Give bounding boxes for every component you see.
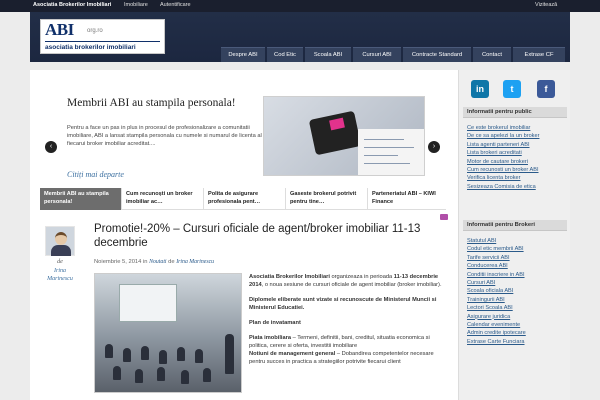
broker-link[interactable]: Calendar evenimente xyxy=(467,321,567,329)
page-content: ‹ › Membrii ABI au stampila personala! P… xyxy=(30,70,570,400)
public-link[interactable]: Cum recunosti un broker ABI xyxy=(467,166,567,174)
slider-tab-2[interactable]: Cum recunoști un broker imobiliar ac… xyxy=(122,188,204,210)
nav-cod-etic[interactable]: Cod Etic xyxy=(267,47,303,62)
slider-tab-1[interactable]: Membrii ABI au stampila personala! xyxy=(40,188,122,210)
broker-link[interactable]: Tarife servicii ABI xyxy=(467,254,567,262)
public-link[interactable]: Motor de cautare brokeri xyxy=(467,158,567,166)
post-paragraph-2: Diplomele eliberate sunt vizate si recun… xyxy=(249,297,437,311)
post-paragraph-1: Asociatia Brokerilor Imobiliari organize… xyxy=(249,274,442,288)
public-info-list: Ce este brokerul imobiliar De ce sa apel… xyxy=(467,124,567,191)
broker-info-list: Statutul ABI Codul etic membrii ABI Tari… xyxy=(467,237,567,346)
author-by-label: de xyxy=(57,259,63,265)
public-link[interactable]: Sesizeaza Comisia de etica xyxy=(467,183,567,191)
public-link[interactable]: Lista brokeri acreditati xyxy=(467,149,567,157)
public-link[interactable]: Verifica licenta broker xyxy=(467,174,567,182)
broker-link[interactable]: Cursuri ABI xyxy=(467,279,567,287)
public-link[interactable]: Lista agenti parteneri ABI xyxy=(467,141,567,149)
slider-next-button[interactable]: › xyxy=(428,141,440,153)
projector-screen-shape xyxy=(119,284,177,322)
post-paragraph-3: Plan de invatamant xyxy=(249,320,301,326)
broker-link[interactable]: Conducerea ABI xyxy=(467,262,567,270)
slider-title[interactable]: Membrii ABI au stampila personala! xyxy=(67,96,277,110)
slider-tabs: Membrii ABI au stampila personala! Cum r… xyxy=(40,188,446,210)
slider-image[interactable] xyxy=(263,96,425,176)
logo-tagline: asociatia brokerilor imobiliari xyxy=(45,44,136,51)
broker-info-title: Informatii pentru Brokeri xyxy=(463,220,567,231)
post-author-link[interactable]: Irina Marinescu xyxy=(176,259,214,265)
broker-link[interactable]: Conditii inscriere in ABI xyxy=(467,271,567,279)
slider-read-more-link[interactable]: Citiți mai departe xyxy=(67,170,124,179)
post-category-link[interactable]: Noutati xyxy=(149,259,166,265)
broker-link[interactable]: Statutul ABI xyxy=(467,237,567,245)
post-image[interactable] xyxy=(94,273,242,393)
nav-despre-abi[interactable]: Despre ABI xyxy=(221,47,265,62)
linkedin-icon[interactable]: in xyxy=(471,80,489,98)
post-body: Asociatia Brokerilor Imobiliari organize… xyxy=(249,273,449,366)
topbar-link-imobiliare[interactable]: Imobiliare xyxy=(124,2,148,8)
nav-scoala-abi[interactable]: Scoala ABI xyxy=(305,47,351,62)
site-header: ABI org.ro asociatia brokerilor imobilia… xyxy=(30,12,570,62)
post-date: Noiembrie 5, 2014 xyxy=(94,259,142,265)
logo-underline xyxy=(45,41,160,42)
slider-prev-button[interactable]: ‹ xyxy=(45,141,57,153)
top-bar: Asociatia Brokerilor Imobiliari Imobilia… xyxy=(0,0,600,12)
slider-tab-5[interactable]: Parteneriatul ABI – KIWI Finance xyxy=(368,188,446,210)
public-link[interactable]: De ce sa apelezi la un broker xyxy=(467,132,567,140)
site-name-link[interactable]: Asociatia Brokerilor Imobiliari xyxy=(33,2,111,8)
nav-contact[interactable]: Contact xyxy=(473,47,511,62)
nav-contracte-standard[interactable]: Contracte Standard xyxy=(403,47,471,62)
author-avatar[interactable] xyxy=(45,226,75,256)
post-in-label: in xyxy=(143,259,148,265)
public-info-title: Informatii pentru public xyxy=(463,107,567,118)
broker-link[interactable]: Lectori Scoala ABI xyxy=(467,304,567,312)
post-by-label: de xyxy=(168,259,175,265)
broker-link[interactable]: Asigurare juridica xyxy=(467,313,567,321)
topbar-link-autentificare[interactable]: Autentificare xyxy=(160,2,191,8)
post-title[interactable]: Promotie!-20% – Cursuri oficiale de agen… xyxy=(94,222,448,250)
post-paragraph-5: Notiuni de management general – Dobandir… xyxy=(249,351,434,365)
broker-link[interactable]: Trainingurii ABI xyxy=(467,296,567,304)
nav-extrase-cf[interactable]: Extrase CF xyxy=(513,47,565,62)
post-meta: Noiembrie 5, 2014 in Noutati de Irina Ma… xyxy=(94,259,214,265)
rss-icon[interactable] xyxy=(440,214,448,220)
stamp-image-shape xyxy=(308,110,362,156)
broker-link[interactable]: Extrase Carte Funciara xyxy=(467,338,567,346)
broker-link[interactable]: Codul etic membrii ABI xyxy=(467,245,567,253)
post-paragraph-4: Piata imobiliara – Termeni, definitii, b… xyxy=(249,335,430,349)
slider-tab-3[interactable]: Polita de asigurare profesionala pent… xyxy=(204,188,286,210)
site-logo[interactable]: ABI org.ro asociatia brokerilor imobilia… xyxy=(40,19,165,54)
twitter-icon[interactable]: t xyxy=(503,80,521,98)
public-link[interactable]: Ce este brokerul imobiliar xyxy=(467,124,567,132)
visitor-dropdown[interactable]: Vizitează xyxy=(535,2,557,8)
broker-link[interactable]: Scoala oficiala ABI xyxy=(467,287,567,295)
slider-text: Pentru a face un pas in plus in procesul… xyxy=(67,125,262,147)
author-name-link[interactable]: Irina Marinescu xyxy=(42,267,78,283)
facebook-icon[interactable]: f xyxy=(537,80,555,98)
paper-image-shape xyxy=(358,129,424,175)
sidebar: in t f Informatii pentru public Ce este … xyxy=(458,70,570,400)
slider-tab-4[interactable]: Gaseste brokerul potrivit pentru tine… xyxy=(286,188,368,210)
broker-link[interactable]: Admin credite ipotecare xyxy=(467,329,567,337)
logo-abi: ABI xyxy=(45,20,74,39)
logo-domain: org.ro xyxy=(87,28,103,34)
nav-cursuri-abi[interactable]: Cursuri ABI xyxy=(353,47,401,62)
